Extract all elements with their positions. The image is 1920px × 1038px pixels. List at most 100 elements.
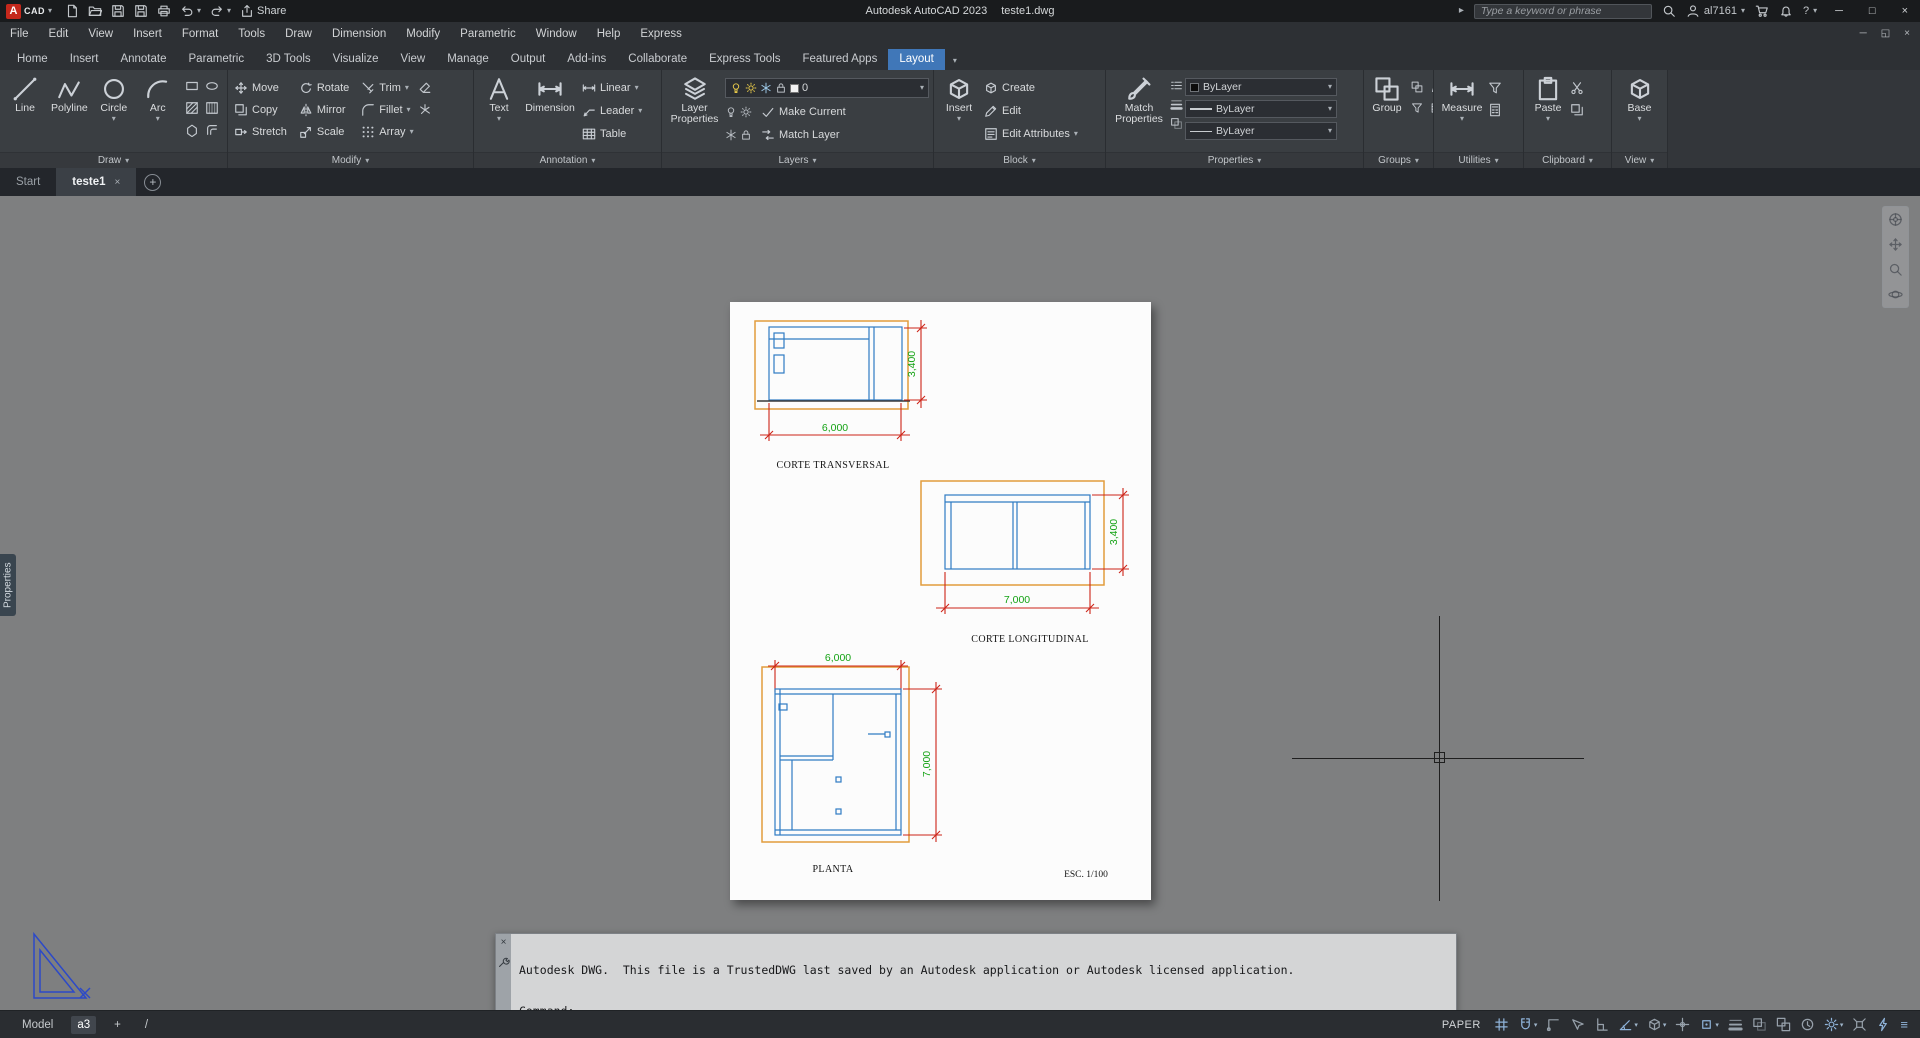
command-close-icon[interactable]: × [501, 937, 507, 948]
ellipse-tool-icon[interactable] [205, 79, 221, 97]
close-button[interactable]: × [1894, 5, 1916, 17]
ribbon-tab-manage[interactable]: Manage [436, 49, 500, 71]
explode-tool-icon[interactable] [418, 103, 432, 117]
save-as-button[interactable] [134, 4, 148, 18]
search-input[interactable] [1473, 3, 1652, 19]
menu-tools[interactable]: Tools [228, 22, 275, 45]
fillet-button[interactable]: Fillet ▾ [359, 100, 415, 119]
object-list-icon[interactable] [1170, 79, 1183, 92]
selection-cycling-icon[interactable] [1776, 1017, 1791, 1032]
menu-file[interactable]: File [0, 22, 39, 45]
minimize-button[interactable]: ─ [1827, 5, 1851, 17]
panel-label-properties[interactable]: Properties ▾ [1106, 152, 1363, 168]
menu-insert[interactable]: Insert [123, 22, 172, 45]
ungroup-icon[interactable] [1411, 81, 1428, 99]
menu-format[interactable]: Format [172, 22, 228, 45]
plot-button[interactable] [157, 4, 171, 18]
panel-label-utilities[interactable]: Utilities ▾ [1434, 152, 1523, 168]
table-button[interactable]: Table [580, 124, 644, 143]
search-expand-icon[interactable]: ▸ [1459, 6, 1464, 16]
rectangle-tool-icon[interactable] [185, 79, 201, 97]
menu-edit[interactable]: Edit [39, 22, 79, 45]
object-snap-icon[interactable]: ▾ [1699, 1017, 1719, 1032]
linetype-dropdown[interactable]: ByLayer ▾ [1185, 122, 1337, 140]
circle-button[interactable]: Circle ▾ [93, 73, 135, 152]
transparency-settings-icon[interactable] [1170, 117, 1183, 130]
panel-label-block[interactable]: Block ▾ [934, 152, 1105, 168]
save-button[interactable] [111, 4, 125, 18]
ribbon-tab-layout[interactable]: Layout [888, 48, 945, 70]
notifications-button[interactable] [1779, 4, 1793, 18]
drawing-restore-button[interactable]: ◱ [1881, 28, 1890, 39]
menu-draw[interactable]: Draw [275, 22, 322, 45]
model-tab[interactable]: Model [16, 1016, 59, 1034]
search-button[interactable] [1662, 4, 1676, 18]
panel-label-clipboard[interactable]: Clipboard ▾ [1524, 152, 1611, 168]
menu-window[interactable]: Window [526, 22, 587, 45]
graphics-performance-icon[interactable] [1876, 1017, 1891, 1032]
panel-label-annotation[interactable]: Annotation ▾ [474, 152, 661, 168]
workspace-switching-icon[interactable]: ▾ [1824, 1017, 1843, 1032]
panel-label-modify[interactable]: Modify ▾ [228, 152, 473, 168]
menu-help[interactable]: Help [587, 22, 631, 45]
trim-button[interactable]: Trim ▾ [359, 78, 415, 97]
leader-button[interactable]: Leader ▾ [580, 101, 644, 120]
new-layout-button[interactable]: + [108, 1016, 127, 1034]
annotation-monitor-icon[interactable] [1800, 1017, 1815, 1032]
edit-block-button[interactable]: Edit [982, 101, 1080, 120]
lineweight-dropdown[interactable]: ByLayer ▾ [1185, 100, 1337, 118]
account-button[interactable]: al7161 ▾ [1686, 4, 1745, 18]
erase-tool-icon[interactable] [418, 81, 432, 95]
ribbon-tab-annotate[interactable]: Annotate [109, 49, 177, 71]
drawing-minimize-button[interactable]: ─ [1860, 28, 1867, 39]
panel-label-view[interactable]: View ▾ [1612, 152, 1667, 168]
menu-dimension[interactable]: Dimension [322, 22, 396, 45]
file-tab-start[interactable]: Start [0, 168, 56, 196]
command-window[interactable]: × Autodesk DWG. This file is a TrustedDW… [495, 933, 1457, 1010]
layer-freeze-tool-icon[interactable] [725, 129, 737, 141]
command-customize-wrench-icon[interactable] [498, 956, 510, 968]
isometric-drafting-icon[interactable]: ▾ [1647, 1017, 1666, 1032]
object-color-dropdown[interactable]: ByLayer ▾ [1185, 78, 1337, 96]
close-tab-icon[interactable]: × [115, 177, 121, 188]
customization-icon[interactable]: ≡ [1900, 1017, 1908, 1032]
transparency-icon[interactable] [1752, 1017, 1767, 1032]
ribbon-tab-collaborate[interactable]: Collaborate [617, 49, 698, 71]
ribbon-tab-visualize[interactable]: Visualize [322, 49, 390, 71]
menu-express[interactable]: Express [630, 22, 692, 45]
drawing-close-button[interactable]: × [1904, 28, 1910, 39]
match-layer-button[interactable]: Match Layer [759, 125, 842, 144]
navigation-wheel-icon[interactable] [1888, 212, 1903, 227]
app-store-button[interactable] [1755, 4, 1769, 18]
layout-paper-sheet[interactable]: 6,000 3,400 CORTE TRANSVERSAL 7,000 3,40… [730, 302, 1151, 900]
stretch-button[interactable]: Stretch [232, 122, 289, 141]
group-button[interactable]: Group [1368, 73, 1406, 152]
layout-tab-a3[interactable]: a3 [71, 1015, 97, 1034]
menu-view[interactable]: View [78, 22, 123, 45]
layer-dropdown[interactable]: 0 ▾ [725, 78, 929, 98]
arc-button[interactable]: Arc ▾ [137, 73, 179, 152]
ortho-mode-icon[interactable] [1594, 1017, 1609, 1032]
lineweight-settings-icon[interactable] [1170, 98, 1183, 111]
mirror-button[interactable]: Mirror [297, 100, 351, 119]
measure-button[interactable]: Measure ▾ [1438, 73, 1486, 152]
grid-display-icon[interactable] [1494, 1017, 1509, 1032]
gradient-tool-icon[interactable] [205, 101, 221, 119]
text-button[interactable]: Text ▾ [478, 73, 520, 152]
autocad-app-button[interactable]: A CAD ▾ [6, 3, 52, 19]
polyline-button[interactable]: Polyline [48, 73, 91, 152]
redo-button[interactable]: ▾ [210, 4, 231, 18]
ribbon-tab-insert[interactable]: Insert [59, 49, 110, 71]
match-properties-button[interactable]: Match Properties [1110, 73, 1168, 152]
ribbon-tab-view[interactable]: View [389, 49, 436, 71]
hatch-tool-icon[interactable] [185, 101, 201, 119]
ribbon-display-toggle[interactable]: ▾ [945, 52, 965, 70]
move-button[interactable]: Move [232, 78, 289, 97]
polar-tracking-icon[interactable]: ▾ [1618, 1017, 1638, 1032]
undo-button[interactable]: ▾ [180, 4, 201, 18]
layer-isolate-icon[interactable] [725, 106, 737, 118]
layer-properties-button[interactable]: Layer Properties [666, 73, 723, 152]
ribbon-tab-output[interactable]: Output [500, 49, 557, 71]
zoom-icon[interactable] [1888, 262, 1903, 277]
quick-select-icon[interactable] [1488, 81, 1502, 95]
